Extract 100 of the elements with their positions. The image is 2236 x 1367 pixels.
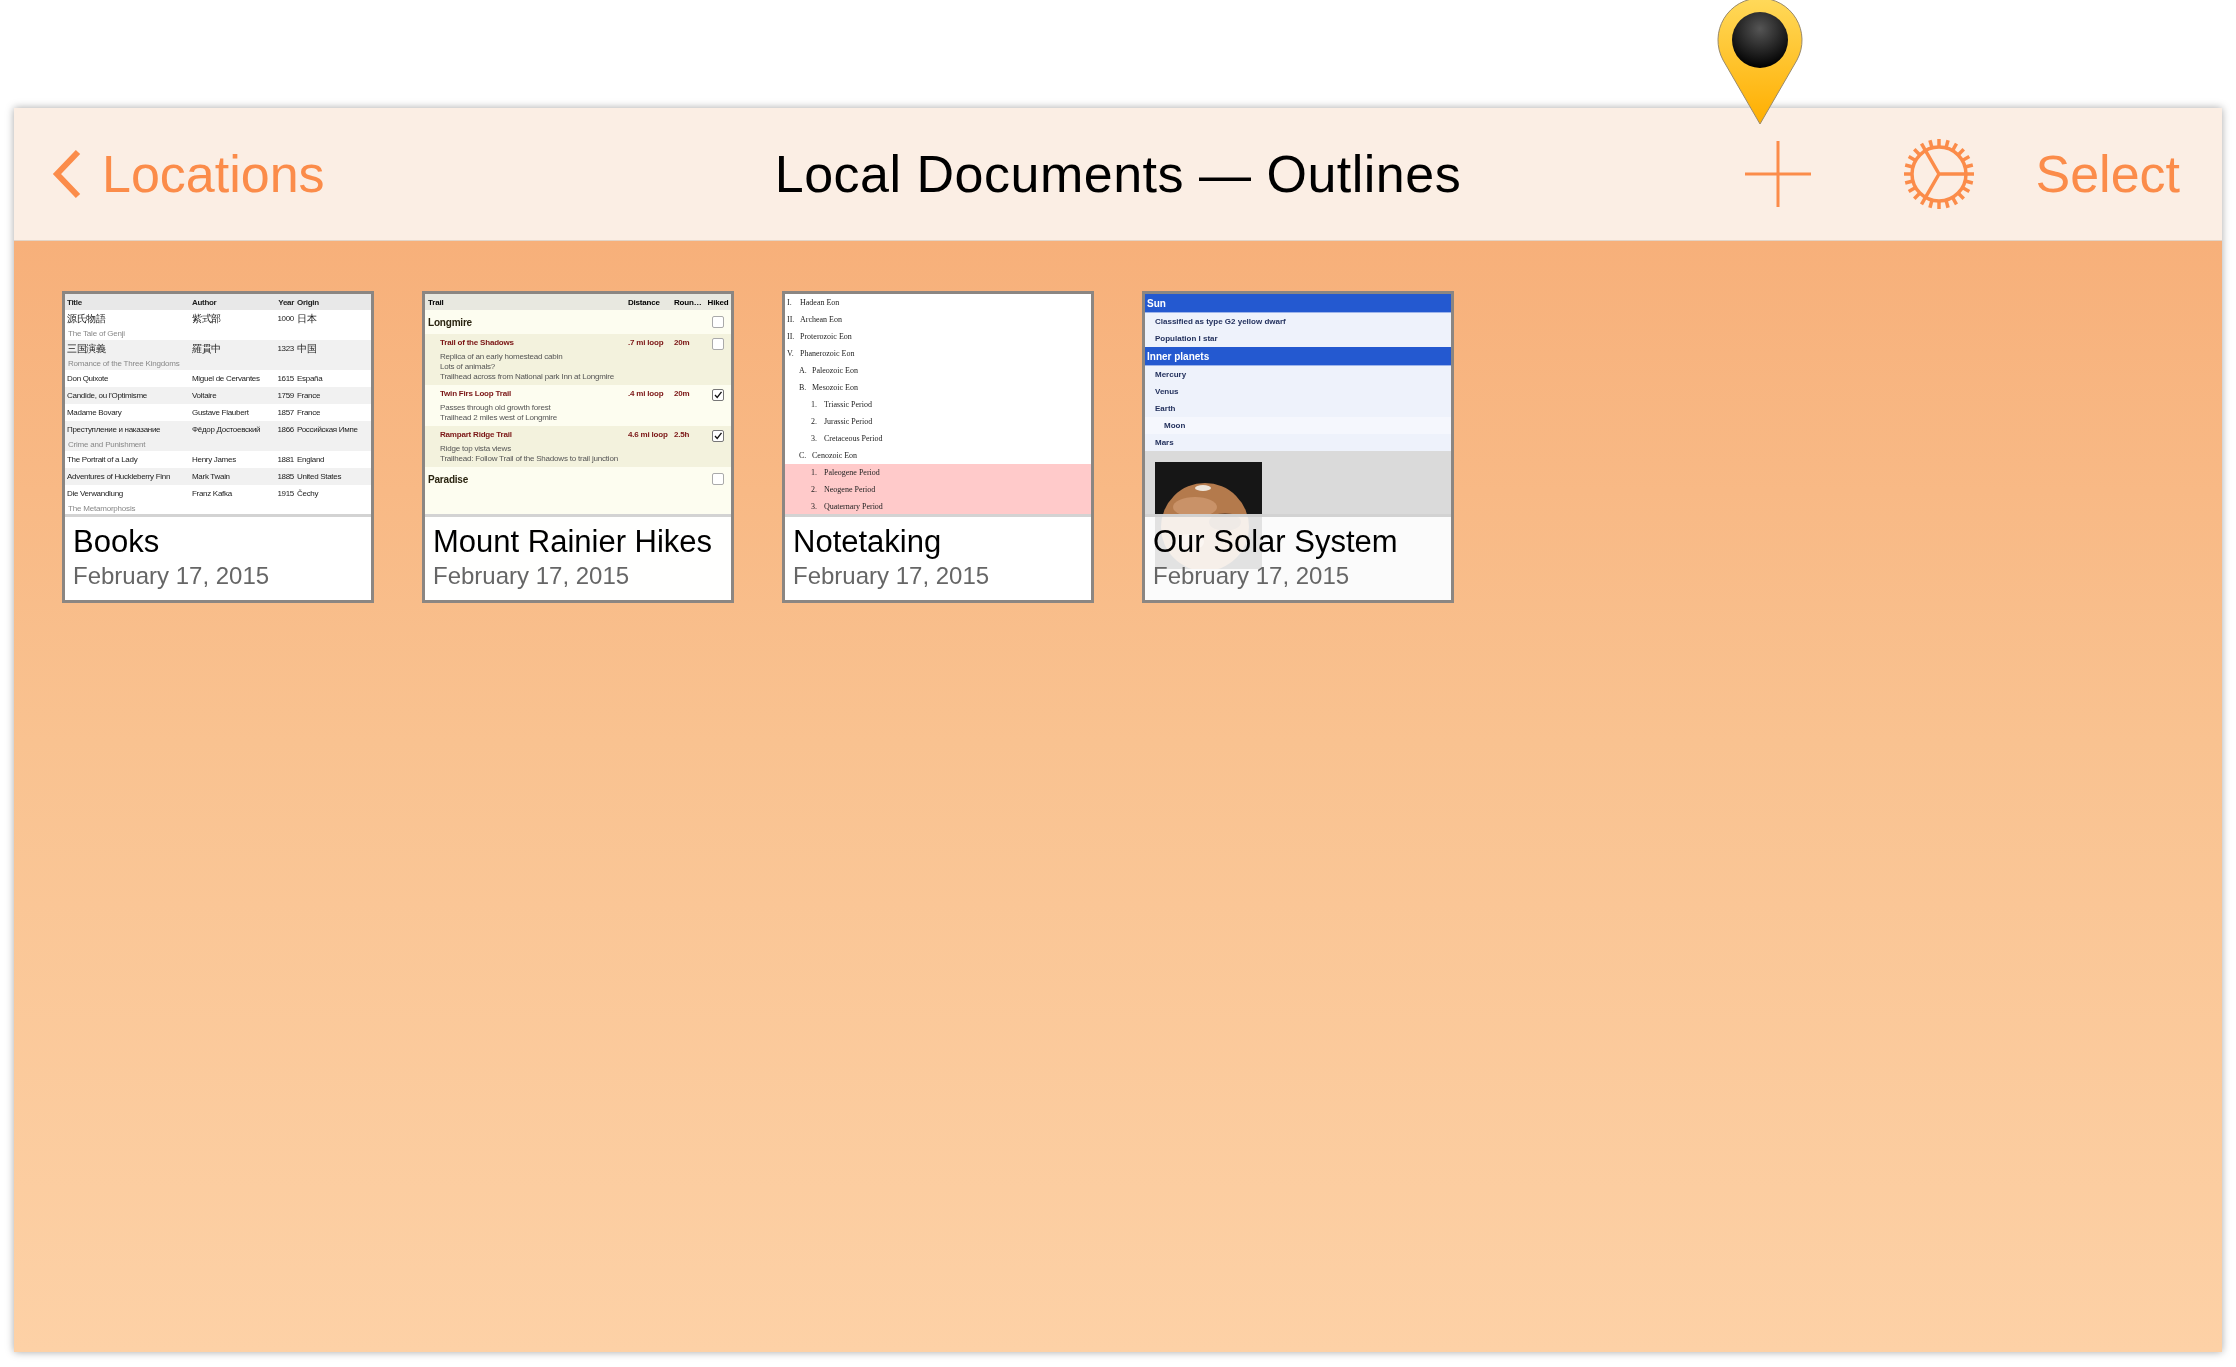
outline-number: 3.	[811, 502, 818, 511]
table-cell-text: 1915	[276, 489, 295, 498]
table-cell-text: Čechy	[297, 489, 320, 498]
table-cell-text: Voltaire	[191, 391, 218, 400]
table-cell-text: 1881	[276, 455, 295, 464]
row-note: Crime and Punishment	[68, 440, 146, 449]
outline-number: II.	[787, 315, 796, 324]
row-note: The Tale of Genji	[68, 329, 125, 338]
outline-number: 1.	[811, 468, 818, 477]
document-card[interactable]	[782, 291, 1094, 603]
column-header: Origin	[297, 297, 320, 307]
table-cell-text: Mark Twain	[191, 472, 231, 481]
table-cell-text: 1866	[276, 425, 295, 434]
table-cell-text: 20m	[674, 338, 691, 347]
chevron-left-icon	[52, 149, 82, 199]
outline-item: Paleogene Period	[824, 468, 880, 477]
table-cell-text: 源氏物語	[66, 311, 107, 326]
outline-item: Neogene Period	[824, 485, 876, 494]
table-cell-text: 20m	[674, 389, 691, 398]
outline-number: B.	[799, 383, 808, 392]
trail-name: Trail of the Shadows	[439, 338, 515, 347]
table-cell-text: France	[297, 391, 322, 400]
outline-item: Mercury	[1155, 370, 1187, 379]
outline-item: Mesozoic Eon	[812, 383, 858, 392]
outline-item: Classified as type G2 yellow dwarf	[1155, 317, 1286, 326]
document-date: February 17, 2015	[793, 561, 991, 591]
trail-note: Trailhead: Follow Trail of the Shadows to trail junction	[440, 454, 619, 464]
document-date: February 17, 2015	[73, 561, 271, 591]
outline-item: Phanerozoic Eon	[800, 349, 855, 358]
checkbox[interactable]	[712, 389, 724, 401]
checkbox[interactable]	[712, 430, 724, 442]
table-cell-text: France	[297, 408, 322, 417]
table-cell-text: United States	[297, 472, 343, 481]
document-card[interactable]	[62, 291, 374, 603]
trail-note: Trailhead 2 miles west of Longmire	[440, 413, 558, 423]
outline-item: Jurassic Period	[824, 417, 873, 426]
document-date: February 17, 2015	[433, 561, 631, 591]
column-header: Author	[191, 297, 218, 307]
outline-number: 2.	[811, 417, 818, 426]
table-cell-text: 1000	[276, 314, 295, 323]
outline-number: C.	[799, 451, 808, 460]
location-pin-icon	[1717, 0, 1803, 126]
table-cell-text: 日本	[297, 311, 318, 326]
document-card[interactable]	[422, 291, 734, 603]
table-cell-text: 1323	[276, 344, 295, 353]
outline-number: V.	[787, 349, 795, 358]
trail-note: Ridge top vista views	[440, 444, 512, 454]
table-cell-text: 1759	[276, 391, 295, 400]
outline-item: Cenozoic Eon	[812, 451, 858, 460]
table-cell-text: 1885	[276, 472, 295, 481]
row-note: Romance of the Three Kingdoms	[68, 359, 180, 368]
outline-number: A.	[799, 366, 808, 375]
outline-item: Mars	[1155, 438, 1174, 447]
table-cell-text: 4.6 mi loop	[628, 430, 669, 439]
trail-note: Lots of animals?	[440, 362, 497, 372]
table-cell-text: Adventures of Huckleberry Finn	[66, 472, 172, 481]
outline-item: Triassic Period	[824, 400, 872, 409]
checkbox[interactable]	[712, 338, 724, 350]
document-title: Notetaking	[793, 523, 943, 561]
trail-name: Twin Firs Loop Trail	[439, 389, 512, 398]
document-title: Our Solar System	[1153, 523, 1399, 561]
table-cell-text: Gustave Flaubert	[191, 408, 250, 417]
table-cell-text: Henry James	[191, 455, 237, 464]
outline-item: Paleozoic Eon	[812, 366, 858, 375]
outline-item: Population I star	[1155, 334, 1218, 343]
document-title: Mount Rainier Hikes	[433, 523, 714, 561]
table-cell-text: Российская Импе	[297, 425, 359, 434]
row-note: The Metamorphosis	[68, 504, 136, 513]
table-cell-text: .4 mi loop	[628, 389, 665, 398]
window-title: Local Documents — Outlines	[774, 144, 1462, 204]
outline-number: 3.	[811, 434, 818, 443]
document-card[interactable]: Sun Classified as type G2 yellow dwarf Population I star Inner planets Mercury Venus Earth Moon Mars Our Solar System February 17, 2015	[1142, 291, 1454, 603]
trail-name: Rampart Ridge Trail	[439, 430, 513, 439]
select-button[interactable]: Select	[2035, 144, 2180, 204]
outline-heading: Sun	[1147, 297, 1166, 309]
table-cell-text: The Portrait of a Lady	[66, 455, 139, 464]
table-cell-text: England	[297, 455, 326, 464]
table-cell-text: 紫式部	[191, 311, 223, 326]
table-cell-text: 中国	[297, 341, 318, 356]
outline-item: Hadean Eon	[800, 298, 840, 307]
outline-item: Venus	[1155, 387, 1179, 396]
back-button[interactable]: Locations	[14, 144, 325, 204]
table-cell-text: Фёдор Достоевский	[191, 425, 262, 434]
table-cell-text: 1615	[276, 374, 295, 383]
trail-note: Trailhead across from National park Inn at Longmire	[440, 372, 616, 382]
outline-number: 1.	[811, 400, 818, 409]
table-cell-text: Candide, ou l'Optimisme	[66, 391, 148, 400]
checkbox[interactable]	[712, 316, 724, 328]
outline-item: Proterozoic Eon	[800, 332, 852, 341]
trail-note: Replica of an early homestead cabin	[440, 352, 564, 362]
table-cell-text: Miguel de Cervantes	[191, 374, 261, 383]
column-header: Hiked	[706, 297, 730, 307]
group-name: Longmire	[427, 316, 473, 328]
table-cell-text: España	[297, 374, 324, 383]
column-header: Roun…	[674, 297, 703, 307]
table-cell-text: .7 mi loop	[628, 338, 665, 347]
checkbox[interactable]	[712, 473, 724, 485]
outline-item: Moon	[1164, 421, 1186, 430]
trail-note: Passes through old growth forest	[440, 403, 552, 413]
table-cell-text: Franz Kafka	[191, 489, 233, 498]
